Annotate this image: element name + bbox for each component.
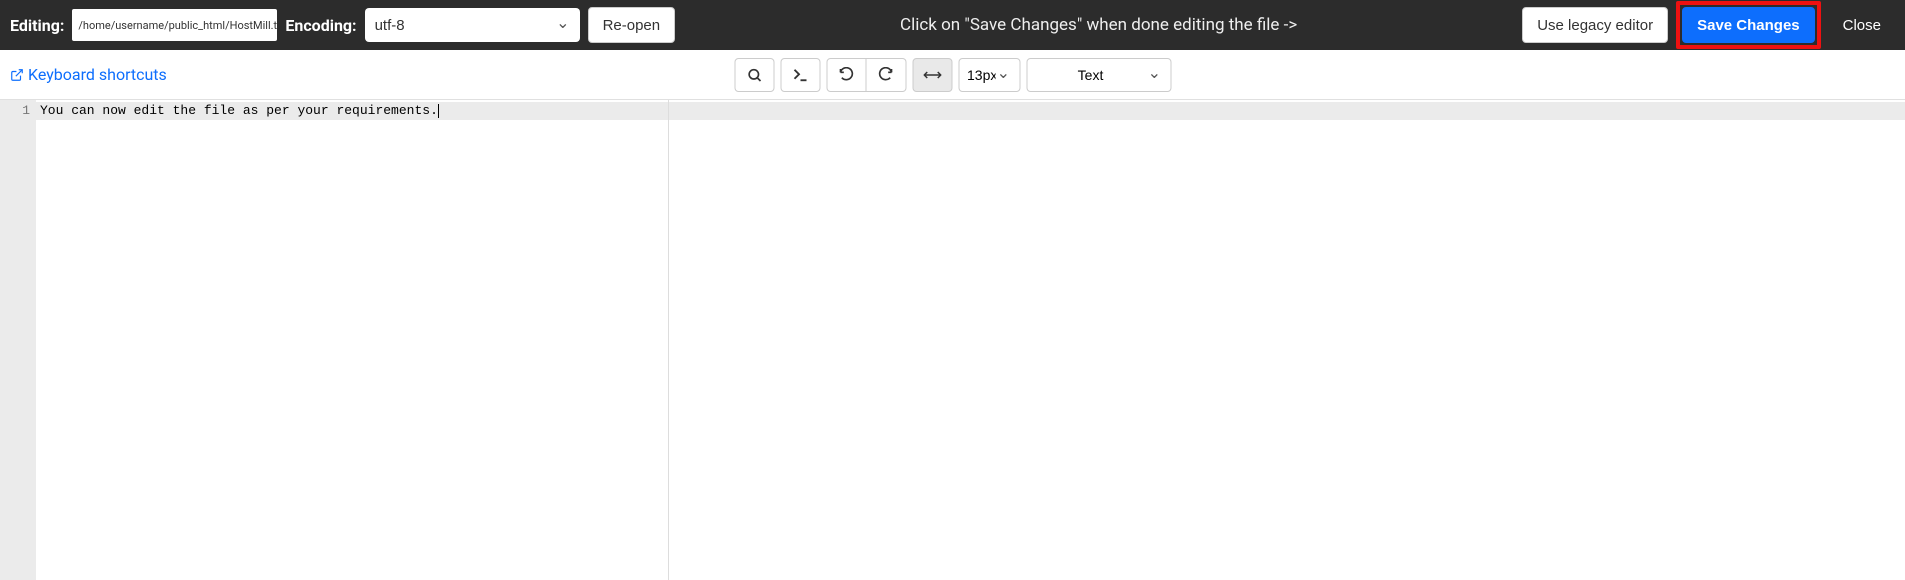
line-number: 1 bbox=[0, 102, 30, 120]
code-content[interactable]: You can now edit the file as per your re… bbox=[36, 100, 1905, 580]
file-path-display: /home/username/public_html/HostMill.txt bbox=[72, 9, 277, 41]
reopen-button[interactable]: Re-open bbox=[588, 7, 676, 43]
text-cursor bbox=[438, 104, 439, 118]
editor-area[interactable]: 1 You can now edit the file as per your … bbox=[0, 100, 1905, 580]
keyboard-shortcuts-label: Keyboard shortcuts bbox=[28, 65, 167, 84]
search-icon bbox=[746, 67, 762, 83]
terminal-icon bbox=[791, 68, 809, 82]
editing-label: Editing: bbox=[10, 16, 64, 35]
line-number-gutter: 1 bbox=[0, 100, 36, 580]
font-size-select[interactable]: 13px bbox=[958, 58, 1020, 92]
code-line[interactable]: You can now edit the file as per your re… bbox=[40, 103, 438, 118]
top-bar: Editing: /home/username/public_html/Host… bbox=[0, 0, 1905, 50]
search-button[interactable] bbox=[734, 58, 774, 92]
save-changes-button[interactable]: Save Changes bbox=[1682, 7, 1815, 43]
use-legacy-editor-button[interactable]: Use legacy editor bbox=[1522, 7, 1668, 43]
print-margin-line bbox=[668, 100, 669, 580]
encoding-select[interactable]: utf-8 bbox=[365, 8, 580, 42]
undo-button[interactable] bbox=[826, 58, 866, 92]
close-button[interactable]: Close bbox=[1829, 7, 1895, 43]
wrap-icon bbox=[923, 69, 941, 81]
redo-button[interactable] bbox=[866, 58, 906, 92]
keyboard-shortcuts-link[interactable]: Keyboard shortcuts bbox=[10, 65, 167, 84]
redo-icon bbox=[878, 67, 894, 83]
save-button-highlight: Save Changes bbox=[1676, 1, 1821, 49]
save-hint-text: Click on "Save Changes" when done editin… bbox=[683, 15, 1514, 35]
undo-icon bbox=[838, 67, 854, 83]
wrap-toggle-button[interactable] bbox=[912, 58, 952, 92]
terminal-button[interactable] bbox=[780, 58, 820, 92]
encoding-label: Encoding: bbox=[285, 16, 356, 35]
editor-toolbar: Keyboard shortcuts 13px Text bbox=[0, 50, 1905, 100]
syntax-mode-select[interactable]: Text bbox=[1026, 58, 1171, 92]
external-link-icon bbox=[10, 68, 24, 82]
